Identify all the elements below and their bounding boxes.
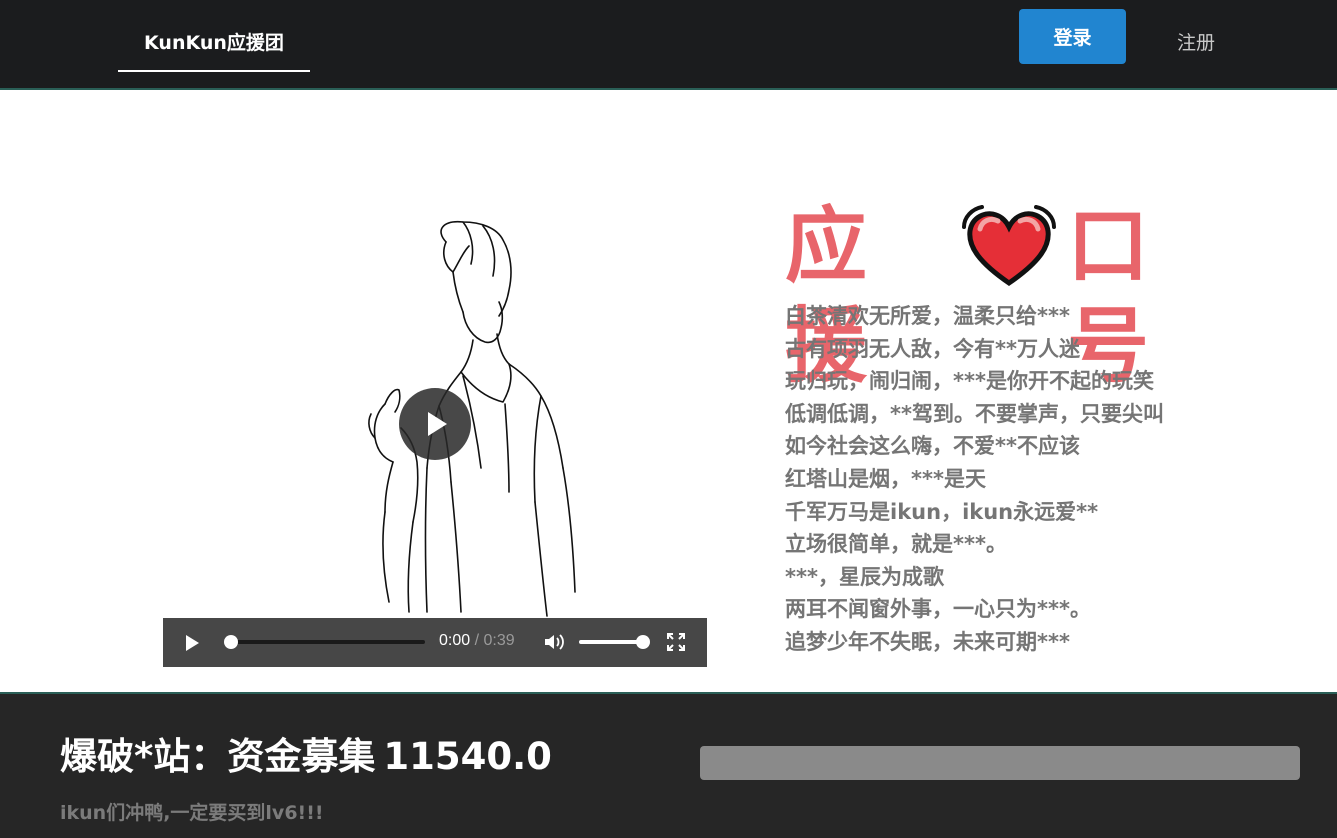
video-seek-bar[interactable] xyxy=(221,632,427,652)
video-controls: 0:00 / 0:39 xyxy=(163,618,707,667)
fund-progress-bar xyxy=(700,746,1300,780)
slogan-line: ***，星辰为成歌 xyxy=(785,564,944,589)
fund-title: 爆破*站：资金募集 11540.0 xyxy=(60,726,552,780)
slogan-list: 白茶清欢无所爱，温柔只给*** 古有项羽无人敌，今有**万人迷 玩归玩，闹归闹，… xyxy=(785,300,1164,659)
main-content: 0:00 / 0:39 应援 口号 白茶清欢无所爱，温柔只给*** 古有项羽无人… xyxy=(0,92,1337,692)
slogan-line: 追梦少年不失眠，未来可期*** xyxy=(785,629,1070,654)
big-play-button[interactable] xyxy=(399,388,471,460)
fullscreen-icon[interactable] xyxy=(667,633,685,651)
seek-handle xyxy=(224,635,238,649)
slogan-line: 白茶清欢无所爱，温柔只给*** xyxy=(785,304,1070,328)
slogan-line: 如今社会这么嗨，不爱**不应该 xyxy=(785,434,1080,459)
slogan-line: 两耳不闻窗外事，一心只为***。 xyxy=(785,597,1091,622)
current-time: 0:00 xyxy=(439,632,471,649)
video-player[interactable]: 0:00 / 0:39 xyxy=(163,192,707,667)
play-icon[interactable] xyxy=(183,634,201,652)
volume-icon[interactable] xyxy=(543,632,565,652)
duration: 0:39 xyxy=(483,632,515,649)
video-time: 0:00 / 0:39 xyxy=(439,632,515,650)
slogan-line: 立场很简单，就是***。 xyxy=(785,532,1007,557)
fundraising-footer: 爆破*站：资金募集 11540.0 ikun们冲鸭,一定要买到lv6!!! xyxy=(0,692,1337,838)
active-tab-underline xyxy=(118,70,310,72)
volume-slider[interactable] xyxy=(577,632,653,652)
play-icon xyxy=(428,412,447,436)
fund-label: 爆破*站：资金募集 xyxy=(60,735,376,778)
slogan-line: 玩归玩，闹归闹，***是你开不起的玩笑 xyxy=(785,369,1154,394)
register-link[interactable]: 注册 xyxy=(1160,28,1232,55)
slogan-line: 千军万马是ikun，ikun永远爱** xyxy=(785,499,1099,524)
slogan-line: 红塔山是烟，***是天 xyxy=(785,466,986,491)
fund-subtitle: ikun们冲鸭,一定要买到lv6!!! xyxy=(60,802,324,824)
top-nav: KunKun应援团 登录 注册 xyxy=(0,0,1337,90)
login-button[interactable]: 登录 xyxy=(1019,9,1126,64)
fund-amount: 11540.0 xyxy=(383,735,552,778)
brand-tab[interactable]: KunKun应援团 xyxy=(118,28,310,55)
volume-handle xyxy=(636,635,650,649)
slogan-line: 低调低调，**驾到。不要掌声，只要尖叫 xyxy=(785,401,1164,426)
heart-icon xyxy=(962,205,1056,287)
slogan-line: 古有项羽无人敌，今有**万人迷 xyxy=(785,336,1080,361)
time-separator: / xyxy=(470,632,484,649)
